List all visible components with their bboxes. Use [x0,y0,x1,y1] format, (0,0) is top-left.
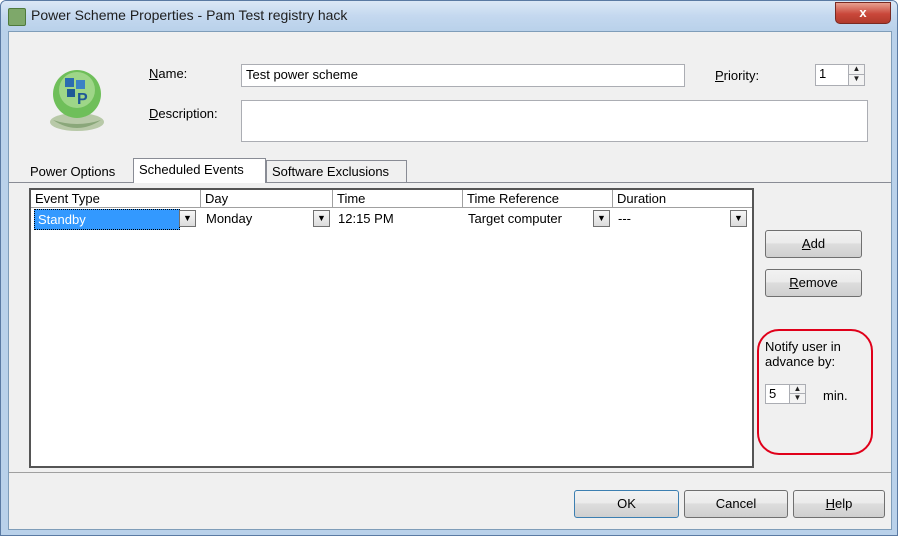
notify-spin-buttons: ▲ ▼ [789,385,805,403]
notify-minutes-spinner[interactable]: 5 ▲ ▼ [765,384,806,404]
column-header-time[interactable]: Time [333,190,463,208]
scheduled-events-table[interactable]: Event Type Day Time Time Reference Durat… [29,188,754,468]
column-header-event-type[interactable]: Event Type [31,190,201,208]
column-header-day[interactable]: Day [201,190,333,208]
close-icon: x [859,5,867,20]
window-title: Power Scheme Properties - Pam Test regis… [31,7,348,23]
footer-separator [9,472,891,473]
dialog-window: Power Scheme Properties - Pam Test regis… [0,0,898,536]
description-label: Description: [149,106,218,121]
dialog-client: P Name: Test power scheme Priority: 1 ▲ … [8,31,892,530]
day-cell[interactable]: Monday [203,209,313,230]
notify-label: Notify user in advance by: [765,339,841,369]
title-bar[interactable]: Power Scheme Properties - Pam Test regis… [1,1,897,31]
tab-power-options[interactable]: Power Options [25,161,120,183]
chevron-down-icon[interactable]: ▼ [593,210,610,227]
tab-software-exclusions[interactable]: Software Exclusions [266,160,407,182]
app-icon [8,8,26,26]
power-scheme-logo-icon: P [50,70,104,131]
priority-spin-buttons: ▲ ▼ [848,65,864,85]
remove-button[interactable]: Remove [765,269,862,297]
column-header-duration[interactable]: Duration [613,190,752,208]
tab-scheduled-events[interactable]: Scheduled Events [133,158,266,183]
priority-value[interactable]: 1 [819,66,826,81]
chevron-down-icon[interactable]: ▼ [179,210,196,227]
chevron-down-icon[interactable]: ▼ [730,210,747,227]
spin-down-icon[interactable]: ▼ [849,75,864,85]
time-reference-cell[interactable]: Target computer [465,209,590,230]
add-button[interactable]: Add [765,230,862,258]
column-header-time-reference[interactable]: Time Reference [463,190,613,208]
name-label: Name: [149,66,188,81]
notify-minutes-value[interactable]: 5 [769,386,776,401]
ok-button[interactable]: OK [574,490,679,518]
cancel-button[interactable]: Cancel [684,490,788,518]
close-button[interactable]: x [835,2,891,24]
duration-cell[interactable]: --- [615,209,729,230]
name-input[interactable]: Test power scheme [241,64,685,87]
time-cell[interactable]: 12:15 PM [335,209,459,230]
help-button[interactable]: Help [793,490,885,518]
notify-unit-label: min. [823,388,848,403]
description-input[interactable] [241,100,868,142]
priority-label: Priority: [715,68,760,83]
svg-text:P: P [77,91,88,108]
chevron-down-icon[interactable]: ▼ [313,210,330,227]
event-type-cell[interactable]: Standby [34,209,180,230]
priority-spinner[interactable]: 1 ▲ ▼ [815,64,865,86]
spin-down-icon[interactable]: ▼ [790,394,805,403]
